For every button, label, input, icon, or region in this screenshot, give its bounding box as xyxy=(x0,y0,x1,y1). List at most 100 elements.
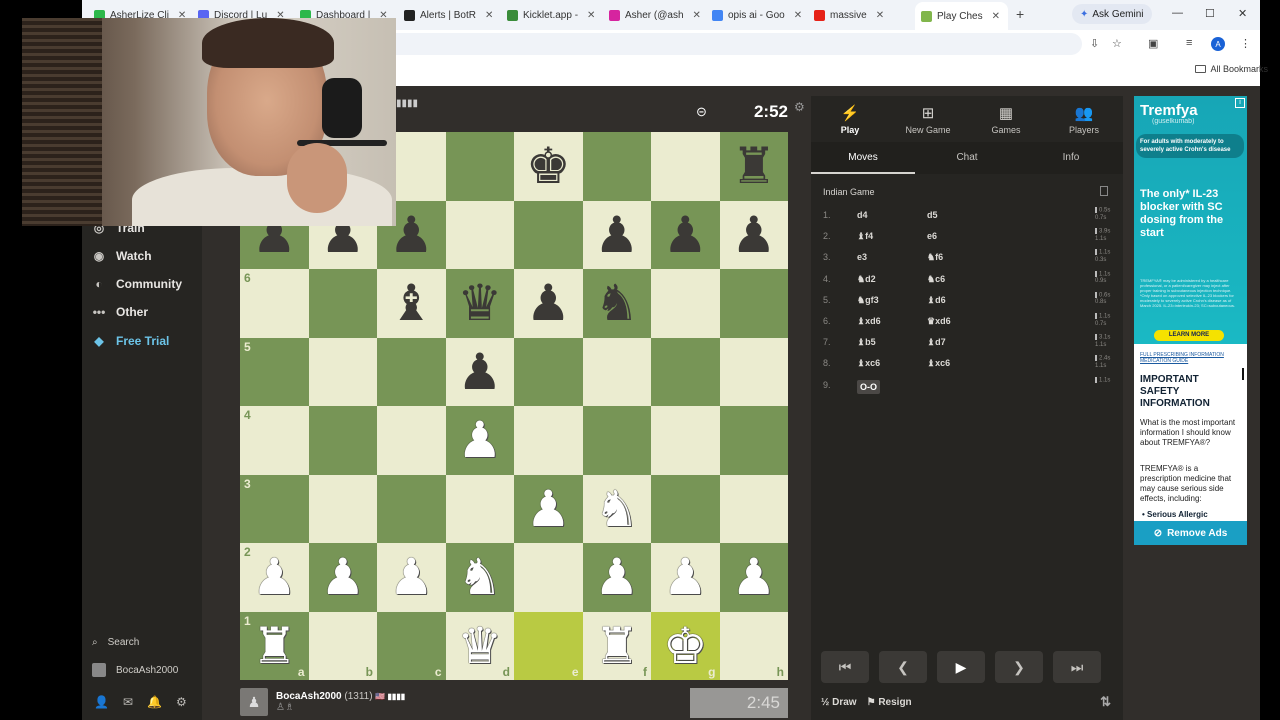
black-queen-piece[interactable]: ♛ xyxy=(457,278,502,328)
board-settings-icon[interactable]: ⚙ xyxy=(794,100,805,114)
board-square[interactable]: c xyxy=(377,611,446,680)
board-square[interactable] xyxy=(514,406,583,475)
board-square[interactable]: ♟ xyxy=(514,474,583,543)
sidebar-search[interactable]: ⌕ Search xyxy=(92,637,139,648)
messages-icon[interactable]: ✉ xyxy=(123,695,133,709)
board-square[interactable]: 6 xyxy=(240,269,309,338)
bookmark-star-icon[interactable]: ☆ xyxy=(1112,37,1122,50)
player-avatar[interactable]: ♟ xyxy=(240,688,268,716)
play-button[interactable]: ▶ xyxy=(937,651,985,683)
black-pawn-piece[interactable]: ♟ xyxy=(457,347,502,397)
board-square[interactable] xyxy=(514,543,583,612)
previous-move-button[interactable]: ❮ xyxy=(879,651,927,683)
board-square[interactable]: ♟ xyxy=(719,200,788,269)
white-queen-piece[interactable]: ♛ xyxy=(457,621,502,671)
board-square[interactable]: g ♚ xyxy=(651,611,720,680)
browser-tab[interactable]: massive ✕ xyxy=(814,4,915,26)
white-move[interactable]: ♝xd6 xyxy=(857,316,881,327)
board-square[interactable]: ♟ xyxy=(308,543,377,612)
board-square[interactable]: ♟ xyxy=(582,543,651,612)
explorer-book-icon[interactable] xyxy=(1100,186,1108,196)
last-move-button[interactable]: ⏭ xyxy=(1053,651,1101,683)
board-square[interactable] xyxy=(719,337,788,406)
browser-tab[interactable]: Asher (@ash ✕ xyxy=(609,4,712,26)
all-bookmarks[interactable]: All Bookmarks xyxy=(1195,64,1268,74)
draw-button[interactable]: ½ Draw xyxy=(821,697,857,708)
panel-tab-games[interactable]: ▦ Games xyxy=(967,104,1045,135)
board-square[interactable] xyxy=(377,337,446,406)
board-square[interactable] xyxy=(445,132,514,201)
browser-tab[interactable]: Play Ches ✕ xyxy=(915,2,1008,30)
board-square[interactable] xyxy=(582,132,651,201)
black-move[interactable]: ♛xd6 xyxy=(927,316,951,327)
browser-tab[interactable]: Alerts | BotR ✕ xyxy=(404,4,507,26)
board-square[interactable]: f ♜ xyxy=(582,611,651,680)
black-move[interactable]: ♞f6 xyxy=(927,252,943,263)
remove-ads-button[interactable]: ⊘ Remove Ads xyxy=(1134,521,1247,545)
white-move[interactable]: ♞d2 xyxy=(857,274,876,285)
white-pawn-piece[interactable]: ♟ xyxy=(457,415,502,465)
white-move[interactable]: ♝b5 xyxy=(857,337,876,348)
tab-close-icon[interactable]: ✕ xyxy=(485,10,493,21)
board-square[interactable]: ♛ xyxy=(445,269,514,338)
player-name-line[interactable]: BocaAsh2000 (1311) 🇺🇸 ▮▮▮▮ xyxy=(276,691,405,702)
board-square[interactable]: ♞ xyxy=(582,474,651,543)
white-pawn-piece[interactable]: ♟ xyxy=(320,552,365,602)
board-square[interactable]: ♟ xyxy=(514,269,583,338)
board-square[interactable] xyxy=(719,406,788,475)
board-square[interactable]: ♜ xyxy=(719,132,788,201)
sidebar-item-other[interactable]: ••• Other xyxy=(92,305,148,319)
opening-name[interactable]: Indian Game xyxy=(823,187,875,197)
white-pawn-piece[interactable]: ♟ xyxy=(594,552,639,602)
ask-gemini-button[interactable]: ✦ Ask Gemini xyxy=(1072,4,1152,24)
board-square[interactable] xyxy=(308,406,377,475)
subtab-moves[interactable]: Moves xyxy=(811,152,915,163)
white-pawn-piece[interactable]: ♟ xyxy=(731,552,776,602)
board-square[interactable] xyxy=(582,406,651,475)
sidebar-user[interactable]: BocaAsh2000 xyxy=(92,663,178,677)
white-rook-piece[interactable]: ♜ xyxy=(594,621,639,671)
panel-tab-players[interactable]: 👥 Players xyxy=(1045,104,1123,135)
white-pawn-piece[interactable]: ♟ xyxy=(663,552,708,602)
black-rook-piece[interactable]: ♜ xyxy=(731,141,776,191)
black-knight-piece[interactable]: ♞ xyxy=(594,278,639,328)
board-square[interactable]: e xyxy=(514,611,583,680)
board-square[interactable] xyxy=(719,269,788,338)
board-square[interactable]: ♟ xyxy=(377,543,446,612)
browser-tab[interactable]: opis ai - Goo ✕ xyxy=(712,4,814,26)
board-square[interactable]: ♟ xyxy=(445,337,514,406)
next-move-button[interactable]: ❯ xyxy=(995,651,1043,683)
ad-prescribing-link[interactable]: FULL PRESCRIBING INFORMATION MEDICATION … xyxy=(1140,352,1240,364)
ad-choices-icon[interactable]: i xyxy=(1235,98,1245,108)
subtab-chat[interactable]: Chat xyxy=(915,152,1019,163)
board-square[interactable] xyxy=(651,406,720,475)
black-pawn-piece[interactable]: ♟ xyxy=(526,278,571,328)
ad-scrollbar[interactable] xyxy=(1242,368,1244,380)
sidebar-item-free-trial[interactable]: ◆ Free Trial xyxy=(92,334,169,348)
sidebar-item-community[interactable]: ◐ Community xyxy=(92,277,182,291)
board-square[interactable] xyxy=(445,474,514,543)
board-square[interactable]: h xyxy=(719,611,788,680)
board-handle-icon[interactable]: ▮▮▮▮ xyxy=(396,98,418,109)
white-knight-piece[interactable]: ♞ xyxy=(594,484,639,534)
board-square[interactable] xyxy=(445,200,514,269)
tab-close-icon[interactable]: ✕ xyxy=(693,10,701,21)
tab-close-icon[interactable]: ✕ xyxy=(794,10,802,21)
black-move[interactable]: ♝d6 xyxy=(927,295,946,306)
board-square[interactable]: 5 xyxy=(240,337,309,406)
board-square[interactable] xyxy=(582,337,651,406)
settings-gear-icon[interactable]: ⚙ xyxy=(176,695,187,709)
board-square[interactable]: ♞ xyxy=(445,543,514,612)
white-rook-piece[interactable]: ♜ xyxy=(252,621,297,671)
black-move[interactable]: ♝xc6 xyxy=(927,358,950,369)
panel-tab-new-game[interactable]: ⊞ New Game xyxy=(889,104,967,135)
subtab-info[interactable]: Info xyxy=(1019,152,1123,163)
board-square[interactable] xyxy=(514,337,583,406)
board-square[interactable]: ♟ xyxy=(651,543,720,612)
maximize-icon[interactable]: ☐ xyxy=(1205,7,1215,20)
tab-close-icon[interactable]: ✕ xyxy=(992,11,1000,22)
board-square[interactable]: 1 a ♜ xyxy=(240,611,309,680)
black-king-piece[interactable]: ♚ xyxy=(526,141,571,191)
black-pawn-piece[interactable]: ♟ xyxy=(731,210,776,260)
board-square[interactable]: ♝ xyxy=(377,269,446,338)
